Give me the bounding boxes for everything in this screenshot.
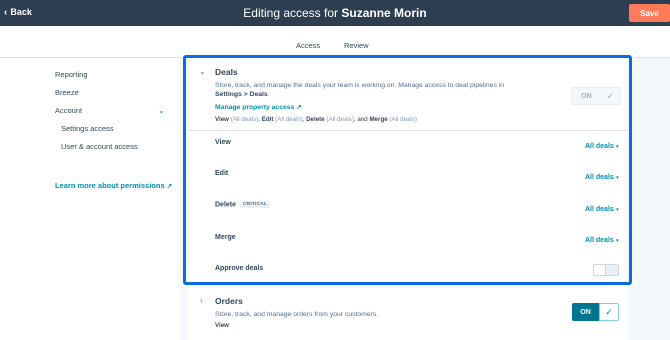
- tab-review[interactable]: Review: [344, 41, 369, 50]
- learn-more-permissions-link[interactable]: Learn more about permissions ↗: [55, 181, 172, 190]
- sidebar: Reporting Breeze Account ⌄ Settings acce…: [0, 58, 180, 340]
- sidebar-item-account[interactable]: Account: [55, 106, 82, 115]
- checkmark-icon: ✓: [606, 90, 615, 101]
- title-user: Suzanne Morin: [341, 6, 427, 20]
- permission-delete-dropdown[interactable]: All deals ▾: [585, 206, 619, 213]
- permission-edit-dropdown[interactable]: All deals ▾: [585, 174, 619, 181]
- sidebar-item-breeze[interactable]: Breeze: [55, 88, 79, 97]
- summary-view-name: View: [215, 116, 229, 123]
- summary-edit-scope: (All deals): [275, 116, 303, 123]
- permission-merge-value: All deals: [585, 237, 614, 244]
- manage-property-access-link[interactable]: Manage property access ↗: [215, 103, 302, 111]
- orders-toggle-label: ON: [572, 303, 599, 321]
- deals-access-toggle[interactable]: ON ✓: [571, 87, 621, 105]
- orders-permission-summary: View: [215, 322, 229, 329]
- orders-section: › Orders Store, track, and manage orders…: [188, 286, 628, 340]
- permission-view-value: All deals: [585, 143, 614, 150]
- permission-delete-row: Delete CRITICAL: [215, 201, 270, 208]
- critical-badge: CRITICAL: [240, 201, 270, 208]
- summary-view-scope: (All deals): [230, 116, 259, 123]
- permission-view-dropdown[interactable]: All deals ▾: [585, 143, 619, 150]
- learn-more-label: Learn more about permissions: [55, 181, 165, 190]
- permission-edit-label: Edit: [215, 170, 229, 177]
- section-divider: [188, 130, 628, 131]
- deals-description-text: Store, track, and manage the deals your …: [215, 82, 505, 89]
- orders-description: Store, track, and manage orders from you…: [215, 311, 379, 318]
- manage-property-access-label: Manage property access: [215, 104, 295, 111]
- caret-down-icon: ▾: [614, 238, 619, 244]
- permission-view-label: View: [215, 139, 231, 146]
- caret-down-icon: ▾: [614, 207, 619, 213]
- approve-deals-switch[interactable]: [593, 264, 619, 276]
- permission-delete-label: Delete: [215, 201, 237, 209]
- summary-delete-name: Delete: [306, 116, 325, 123]
- checkmark-icon: ✓: [599, 303, 619, 321]
- top-header-bar: ‹ Back Editing access for Suzanne Morin …: [0, 0, 670, 26]
- chevron-right-icon[interactable]: ›: [200, 296, 203, 305]
- sidebar-item-user-account-access[interactable]: User & account access: [61, 142, 138, 151]
- summary-edit-name: Edit: [261, 116, 274, 123]
- orders-title: Orders: [215, 296, 243, 306]
- sidebar-item-settings-access[interactable]: Settings access: [61, 124, 114, 133]
- sidebar-item-reporting[interactable]: Reporting: [55, 70, 88, 79]
- permission-edit-value: All deals: [585, 174, 614, 181]
- caret-down-icon: ▾: [614, 144, 619, 150]
- switch-knob: [594, 265, 606, 275]
- tab-access[interactable]: Access: [296, 41, 320, 50]
- chevron-down-icon[interactable]: ⌄: [158, 106, 165, 115]
- permission-delete-value: All deals: [585, 206, 614, 213]
- external-link-icon: ↗: [166, 183, 173, 190]
- save-button[interactable]: Save: [629, 4, 670, 22]
- deals-toggle-label: ON: [581, 92, 592, 100]
- orders-access-toggle[interactable]: ON ✓: [572, 303, 619, 321]
- page-title: Editing access for Suzanne Morin: [0, 6, 670, 20]
- approve-deals-label: Approve deals: [215, 265, 264, 272]
- deals-section: ⌄ Deals Store, track, and manage the dea…: [188, 58, 628, 282]
- permission-merge-dropdown[interactable]: All deals ▾: [585, 237, 619, 244]
- deals-description: Store, track, and manage the deals your …: [215, 82, 505, 98]
- external-link-icon: ↗: [296, 104, 302, 111]
- summary-and: and: [357, 116, 368, 123]
- chevron-down-icon[interactable]: ⌄: [199, 67, 206, 76]
- title-prefix: Editing access for: [243, 6, 339, 20]
- summary-delete-scope: (All deals): [326, 116, 354, 123]
- caret-down-icon: ▾: [614, 175, 619, 181]
- summary-merge-scope: (All deals): [389, 116, 417, 123]
- summary-merge-name: Merge: [369, 116, 388, 123]
- permission-merge-label: Merge: [215, 234, 236, 241]
- deals-title: Deals: [215, 67, 238, 77]
- deals-permission-summary: View (All deals), Edit (All deals), Dele…: [215, 116, 417, 123]
- deals-settings-path: Settings > Deals: [215, 91, 268, 98]
- tab-bar: Access Review: [0, 26, 670, 58]
